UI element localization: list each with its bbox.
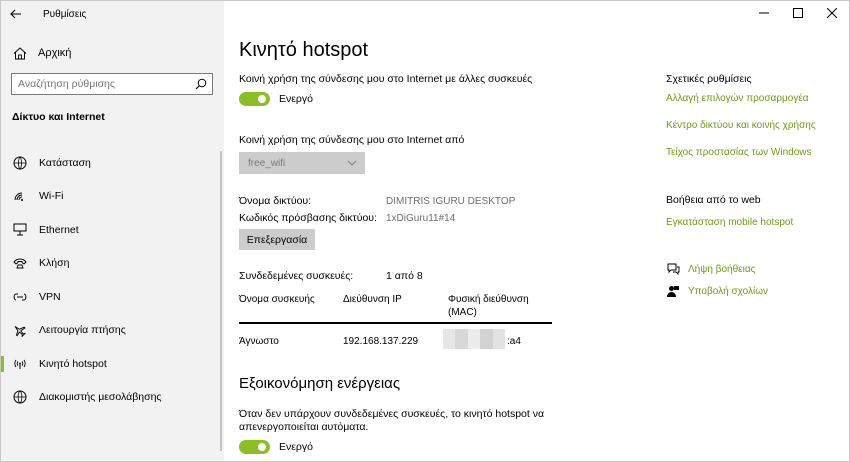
get-help-link[interactable]: Λήψη βοήθειας — [688, 264, 755, 275]
table-header-mac: Φυσική διεύθυνση (MAC) — [448, 294, 529, 318]
chat-help-icon — [666, 263, 680, 275]
sidebar-item-status[interactable]: Κατάσταση — [1, 146, 224, 180]
connected-devices-value: 1 από 8 — [386, 270, 423, 282]
windows-firewall-link[interactable]: Τείχος προστασίας των Windows — [666, 147, 811, 158]
proxy-icon — [12, 390, 28, 404]
maximize-button[interactable] — [781, 1, 815, 25]
mac-address-redaction — [443, 329, 506, 349]
sidebar-item-wifi[interactable]: Wi-Fi — [1, 180, 224, 214]
back-arrow-icon — [10, 9, 21, 19]
sidebar-item-proxy[interactable]: Διακομιστής μεσολάβησης — [1, 381, 224, 415]
home-label: Αρχική — [38, 47, 72, 59]
status-icon — [12, 156, 28, 170]
window-controls — [747, 1, 849, 25]
home-icon — [12, 46, 28, 60]
password-label: Κωδικός πρόσβασης δικτύου: — [239, 212, 377, 224]
title-bar: Ρυθμίσεις — [1, 1, 224, 27]
sidebar-item-label: Κατάσταση — [39, 156, 91, 169]
network-name-value: DIMITRIS IGURU DESKTOP — [386, 196, 516, 207]
related-settings-title: Σχετικές ρυθμίσεις — [666, 73, 752, 85]
setup-hotspot-link[interactable]: Εγκατάσταση mobile hotspot — [666, 217, 793, 228]
sidebar-item-vpn[interactable]: VPN — [1, 280, 224, 314]
sidebar-scrollbar[interactable] — [220, 151, 222, 451]
minimize-icon — [759, 12, 769, 14]
search-icon[interactable] — [190, 78, 212, 90]
password-value: 1xDiGuru11#14 — [386, 213, 456, 224]
sidebar-item-label: Κλήση — [39, 257, 70, 270]
table-header-device-name: Όνομα συσκευής — [239, 294, 315, 305]
network-name-label: Όνομα δικτύου: — [239, 195, 312, 207]
chevron-down-icon — [347, 160, 357, 166]
share-toggle-state: Ενεργό — [279, 93, 313, 105]
table-header-ip: Διεύθυνση IP — [343, 294, 402, 305]
sidebar-item-label: Διακομιστής μεσολάβησης — [39, 391, 162, 404]
sidebar-item-mobile-hotspot[interactable]: Κινητό hotspot — [1, 347, 224, 381]
power-toggle-row: Ενεργό — [239, 440, 313, 454]
sidebar-item-label: Wi-Fi — [39, 190, 64, 203]
network-sharing-center-link[interactable]: Κέντρο δικτύου και κοινής χρήσης — [666, 120, 816, 131]
sidebar-nav: Κατάσταση Wi-Fi Ethernet Κλήση VPN Λειτο… — [1, 146, 224, 414]
share-toggle-row: Ενεργό — [239, 92, 313, 106]
sidebar-section-title: Δίκτυο και Internet — [12, 111, 105, 123]
adapter-options-link[interactable]: Αλλαγή επιλογών προσαρμογέα — [666, 93, 809, 104]
wifi-icon — [12, 190, 28, 202]
power-saving-title: Εξοικονόμηση ενέργειας — [239, 375, 401, 392]
power-saving-description: Όταν δεν υπάρχουν συνδεδεμένες συσκευές,… — [239, 408, 545, 433]
app-title: Ρυθμίσεις — [43, 8, 87, 20]
feedback-link[interactable]: Υποβολή σχολίων — [688, 286, 768, 297]
maximize-icon — [793, 8, 803, 18]
power-saving-toggle[interactable] — [239, 440, 270, 454]
sidebar-item-label: Λειτουργία πτήσης — [39, 324, 126, 337]
sidebar-item-airplane[interactable]: Λειτουργία πτήσης — [1, 314, 224, 348]
edit-button[interactable]: Επεξεργασία — [239, 229, 315, 250]
connected-devices-label: Συνδεδεμένες συσκευές: — [239, 270, 354, 282]
table-cell-mac: :a4 — [507, 336, 521, 347]
share-toggle[interactable] — [239, 92, 270, 106]
sidebar-item-label: Κινητό hotspot — [39, 357, 107, 370]
web-help-title: Βοήθεια από το web — [666, 194, 761, 206]
sidebar-item-label: VPN — [39, 290, 61, 303]
share-from-value: free_wifi — [248, 157, 286, 169]
settings-window: Ρυθμίσεις Αρχική Δίκτυο και Internet Κατ… — [0, 0, 850, 462]
minimize-button[interactable] — [747, 1, 781, 25]
feedback-row[interactable]: Υποβολή σχολίων — [666, 285, 768, 298]
page-title: Κινητό hotspot — [239, 39, 369, 61]
share-from-label: Κοινή χρήση της σύνδεσης μου στο Interne… — [239, 134, 465, 146]
table-divider — [239, 322, 552, 324]
share-from-dropdown[interactable]: free_wifi — [239, 152, 365, 174]
feedback-icon — [666, 285, 680, 298]
dialup-icon — [12, 257, 28, 269]
hotspot-icon — [12, 358, 28, 370]
share-connection-label: Κοινή χρήση της σύνδεσης μου στο Interne… — [239, 73, 533, 85]
ethernet-icon — [12, 223, 28, 236]
sidebar-item-dialup[interactable]: Κλήση — [1, 247, 224, 281]
sidebar: Ρυθμίσεις Αρχική Δίκτυο και Internet Κατ… — [1, 1, 224, 461]
search-input[interactable] — [12, 77, 190, 91]
search-box[interactable] — [11, 73, 213, 95]
sidebar-item-label: Ethernet — [39, 223, 79, 236]
back-button[interactable] — [1, 1, 31, 27]
table-cell-ip: 192.168.137.229 — [343, 336, 419, 347]
airplane-icon — [12, 323, 28, 338]
sidebar-item-ethernet[interactable]: Ethernet — [1, 213, 224, 247]
power-toggle-state: Ενεργό — [279, 441, 313, 453]
vpn-icon — [12, 292, 28, 302]
get-help-row[interactable]: Λήψη βοήθειας — [666, 263, 755, 275]
close-button[interactable] — [815, 1, 849, 25]
home-nav-item[interactable]: Αρχική — [1, 41, 224, 65]
table-cell-device-name: Άγνωστο — [239, 336, 279, 347]
close-icon — [827, 8, 837, 18]
